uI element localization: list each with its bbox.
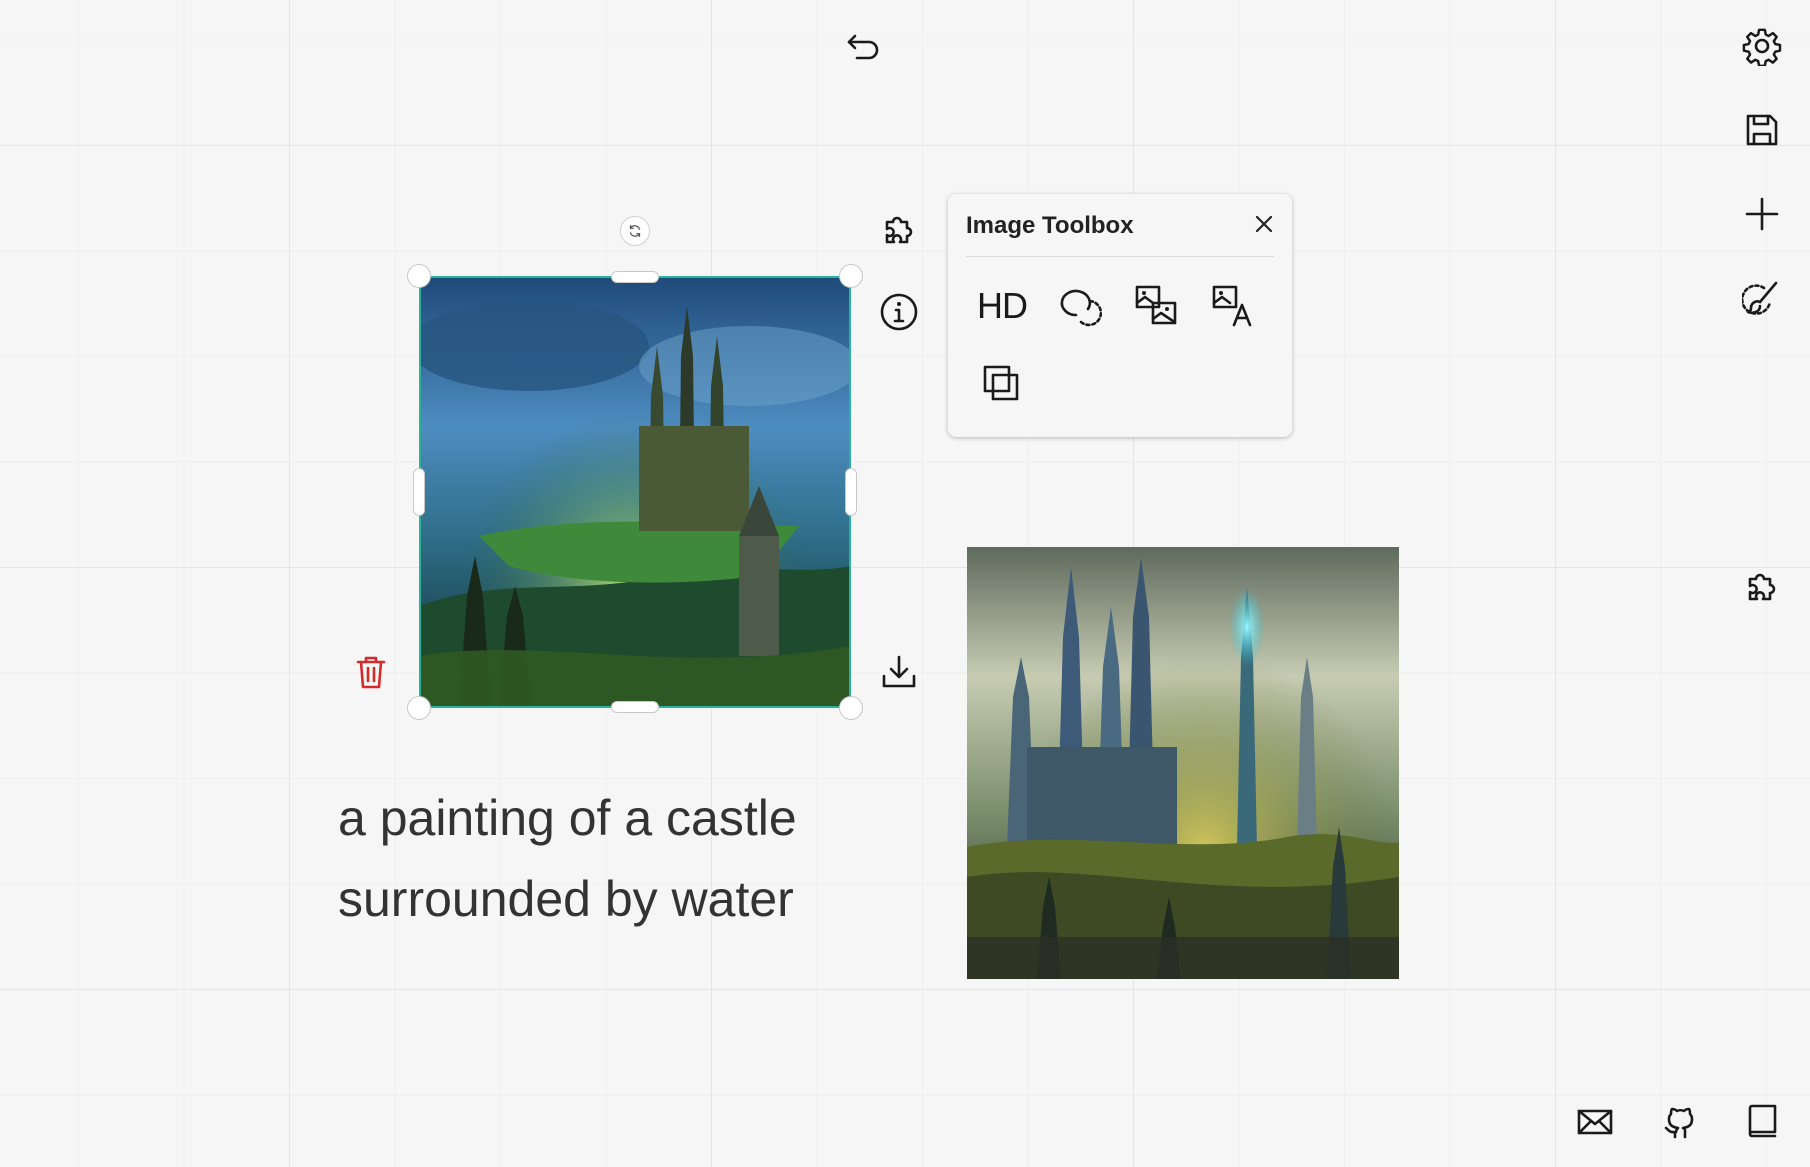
plus-icon (1745, 197, 1779, 231)
docs-button[interactable] (1734, 1094, 1790, 1150)
github-button[interactable] (1652, 1094, 1708, 1150)
caption-line-1: a painting of a castle (338, 790, 797, 846)
save-button[interactable] (1734, 102, 1790, 158)
tool-image-to-text[interactable] (1203, 276, 1263, 336)
copy-icon (983, 365, 1019, 401)
undo-button[interactable] (835, 18, 891, 74)
image-toolbox-panel: Image Toolbox HD (948, 194, 1292, 437)
caption-line-2: surrounded by water (338, 871, 794, 927)
add-button[interactable] (1734, 186, 1790, 242)
tool-hd-upscale[interactable]: HD (972, 276, 1032, 336)
castle-painting-image (419, 276, 851, 708)
fantasy-city-image (967, 547, 1399, 979)
puzzle-icon (1748, 573, 1776, 601)
resize-handle-top[interactable] (611, 271, 659, 283)
resize-handle-bottom-left[interactable] (407, 696, 431, 720)
undo-icon (847, 34, 879, 60)
tool-lasso[interactable] (1049, 276, 1109, 336)
trash-icon (356, 656, 386, 689)
brush-icon (1742, 281, 1778, 315)
resize-handle-top-left[interactable] (407, 264, 431, 288)
settings-button[interactable] (1734, 18, 1790, 74)
brush-button[interactable] (1734, 270, 1790, 326)
puzzle-icon (885, 216, 913, 244)
rotate-icon (629, 224, 641, 238)
image-plugin-button[interactable] (871, 200, 927, 256)
resize-handle-top-right[interactable] (839, 264, 863, 288)
tool-image-to-image[interactable] (1126, 276, 1186, 336)
hd-icon: HD (977, 285, 1028, 326)
lasso-icon (1060, 289, 1102, 327)
mail-button[interactable] (1567, 1094, 1623, 1150)
gear-icon (1742, 28, 1782, 66)
mail-icon (1577, 1109, 1613, 1135)
tool-copy[interactable] (972, 354, 1032, 414)
resize-handle-left[interactable] (413, 468, 425, 516)
image-download-button[interactable] (871, 644, 927, 700)
resize-handle-right[interactable] (845, 468, 857, 516)
toolbox-close-button[interactable] (1248, 208, 1280, 240)
info-icon (880, 293, 918, 331)
book-icon (1748, 1104, 1777, 1138)
save-icon (1746, 114, 1778, 146)
resize-handle-bottom[interactable] (611, 701, 659, 713)
selected-canvas-image[interactable] (419, 276, 851, 708)
download-icon (882, 655, 916, 688)
image-to-text-icon (1212, 285, 1252, 327)
resize-handle-bottom-right[interactable] (839, 696, 863, 720)
close-icon (1255, 215, 1273, 233)
image-to-image-icon (1135, 285, 1177, 325)
canvas-image[interactable] (967, 547, 1399, 979)
image-caption-text[interactable]: a painting of a castle surrounded by wat… (338, 778, 898, 940)
toolbox-divider (966, 256, 1274, 257)
rotate-handle[interactable] (620, 216, 650, 246)
toolbox-title: Image Toolbox (966, 212, 1134, 239)
plugin-button-right[interactable] (1734, 557, 1790, 613)
image-delete-button[interactable] (343, 644, 399, 700)
image-info-button[interactable] (871, 284, 927, 340)
github-icon (1664, 1107, 1694, 1139)
